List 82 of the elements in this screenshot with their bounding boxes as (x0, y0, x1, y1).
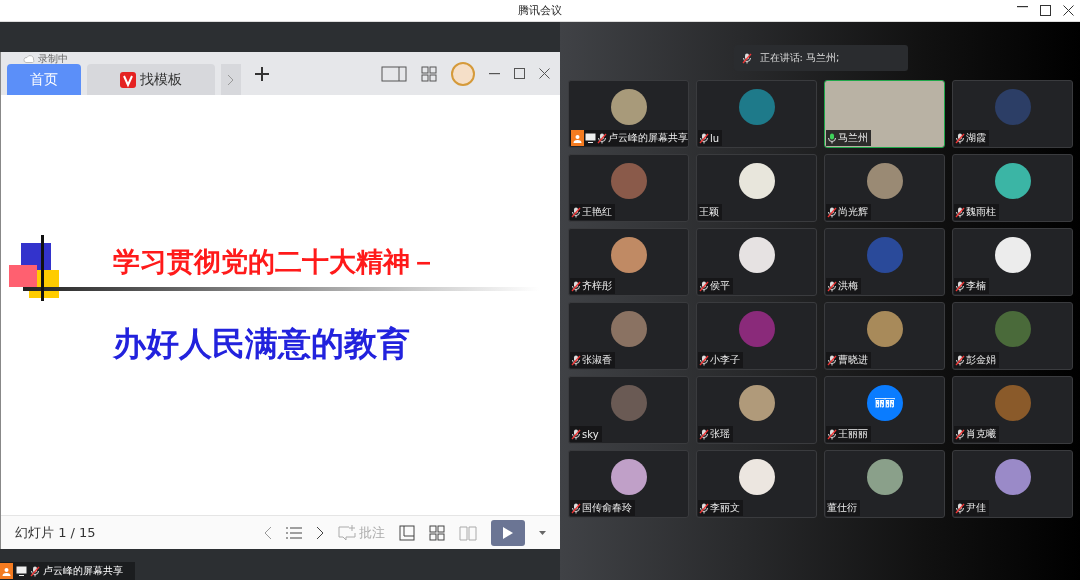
muted-mic-icon (30, 565, 40, 577)
screen-share-icon (16, 566, 27, 576)
close-icon[interactable] (539, 68, 550, 79)
participant-name: lu (710, 132, 720, 144)
participant-tile[interactable]: 丽丽 王丽丽 (824, 376, 945, 444)
cloud-icon (23, 55, 35, 63)
play-icon (502, 525, 514, 540)
share-label: 卢云峰的屏幕共享 (43, 564, 123, 578)
participant-tile[interactable]: 彭金娟 (952, 302, 1073, 370)
participant-tile[interactable]: 李丽文 (696, 450, 817, 518)
participant-name: 魏雨柱 (966, 205, 996, 219)
participant-tile[interactable]: 董仕衍 (824, 450, 945, 518)
participant-tile[interactable]: 曹晓进 (824, 302, 945, 370)
participant-tile[interactable]: 肖克曦 (952, 376, 1073, 444)
participant-name: 王艳红 (582, 205, 612, 219)
participant-tile[interactable]: 张瑶 (696, 376, 817, 444)
participant-name: 马兰州 (838, 131, 868, 145)
participant-tile[interactable]: 洪梅 (824, 228, 945, 296)
participant-name: 彭金娟 (966, 353, 996, 367)
close-icon[interactable] (1063, 5, 1074, 16)
participant-tile[interactable]: 李楠 (952, 228, 1073, 296)
participant-name: 侯平 (710, 279, 730, 293)
participant-name: 肖克曦 (966, 427, 996, 441)
minimize-icon[interactable] (1017, 5, 1028, 8)
participant-tile[interactable]: 马兰州 (824, 80, 945, 148)
previous-icon[interactable] (264, 525, 272, 540)
participant-name: 王颖 (699, 205, 719, 219)
chevron-right-icon (227, 73, 235, 86)
add-tab-icon[interactable] (255, 66, 269, 81)
comment-plus-icon (338, 524, 356, 541)
participant-tile[interactable]: lu (696, 80, 817, 148)
participant-name: 李丽文 (710, 501, 740, 515)
participant-tile[interactable]: 国传俞春玲 (568, 450, 689, 518)
recording-label: 录制中 (38, 52, 68, 66)
participant-name: 尚光辉 (838, 205, 868, 219)
grid-icon[interactable] (429, 524, 445, 541)
participant-tile[interactable]: 魏雨柱 (952, 154, 1073, 222)
participant-tile[interactable]: 小李子 (696, 302, 817, 370)
minimize-icon[interactable] (489, 72, 500, 75)
participant-tile[interactable]: 王颖 (696, 154, 817, 222)
slide-counter: 幻灯片 1 / 15 (15, 523, 96, 542)
speaking-status: 正在讲话: 马兰州; (759, 51, 840, 65)
screen-share-icon (585, 133, 596, 143)
window-title: 腾讯会议 (518, 3, 562, 18)
layout-icon[interactable] (399, 524, 415, 541)
participant-tile[interactable]: 侯平 (696, 228, 817, 296)
participant-name: 齐梓彤 (582, 279, 612, 293)
participant-tile[interactable]: 尹佳 (952, 450, 1073, 518)
participant-name: 李楠 (966, 279, 986, 293)
avatar-text: 丽丽 (874, 396, 895, 410)
maximize-icon[interactable] (1040, 5, 1051, 16)
slide-title: 学习贯彻党的二十大精神－ (113, 244, 438, 279)
participant-name: 王丽丽 (838, 427, 868, 441)
participant-tile[interactable]: sky (568, 376, 689, 444)
participant-tile[interactable]: 齐梓彤 (568, 228, 689, 296)
participant-tile[interactable]: 卢云峰的屏幕共享 (568, 80, 689, 148)
participant-name: 董仕衍 (827, 501, 857, 515)
grid-icon[interactable] (421, 65, 437, 82)
participant-tile[interactable]: 张淑香 (568, 302, 689, 370)
participant-name: 洪梅 (838, 279, 858, 293)
participant-name: 湖霞 (966, 131, 986, 145)
participant-name: sky (582, 428, 599, 440)
participant-name: 曹晓进 (838, 353, 868, 367)
caret-icon[interactable] (539, 530, 546, 535)
muted-mic-icon (741, 52, 752, 64)
participant-name: 小李子 (710, 353, 740, 367)
next-icon[interactable] (316, 525, 324, 540)
participant-name: 张淑香 (582, 353, 612, 367)
maximize-icon[interactable] (514, 68, 525, 79)
tab[interactable]: 找模板 (87, 64, 215, 95)
host-icon (0, 563, 13, 579)
participant-tile[interactable]: 王艳红 (568, 154, 689, 222)
participant-tile[interactable]: 尚光辉 (824, 154, 945, 222)
participant-name: 尹佳 (966, 501, 986, 515)
template-logo-icon (120, 71, 136, 88)
slide-subtitle: 办好人民满意的教育 (113, 322, 411, 365)
participant-name: 卢云峰的屏幕共享 (608, 131, 688, 145)
participant-tile[interactable]: 湖霞 (952, 80, 1073, 148)
list-icon[interactable] (286, 526, 302, 539)
participant-name: 国传俞春玲 (582, 501, 632, 515)
participant-name: 张瑶 (710, 427, 730, 441)
play-button[interactable] (491, 519, 525, 546)
